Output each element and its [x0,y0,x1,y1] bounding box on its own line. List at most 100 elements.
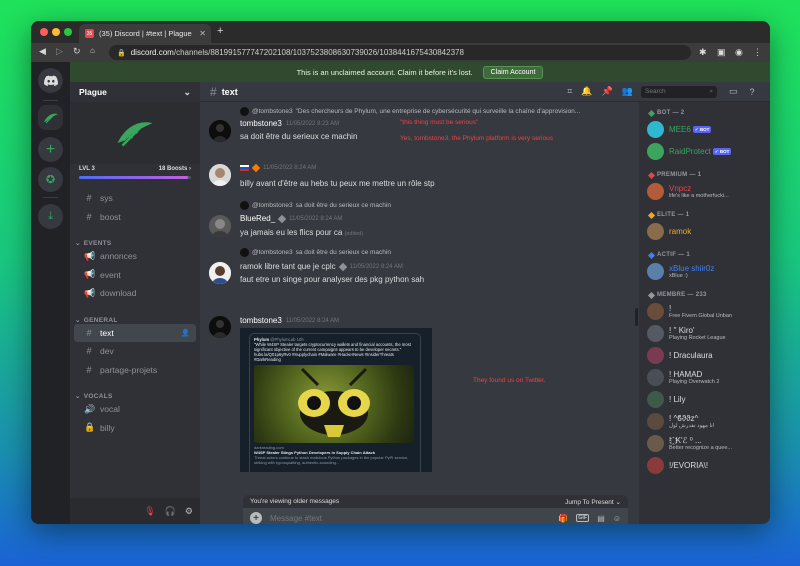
member-name-text: xBlue shiir0z [669,264,715,273]
composer-tools: 🎁 GIF ▤ ☺ [558,514,621,523]
member-item[interactable]: !/EVORIA\! [647,457,708,474]
profile-icon[interactable]: ◉ [735,47,745,57]
pinned-messages-icon[interactable]: 📌 [602,86,613,97]
member-item[interactable]: ! '' Kiro' Playing Rocket League [647,325,726,342]
channel-event[interactable]: 📢 event [74,266,196,285]
add-attachment-button[interactable]: + [250,512,262,524]
message-input[interactable]: Message #text [270,514,322,523]
channel-download[interactable]: 📢 download [74,284,196,303]
member-list-icon[interactable]: 👥 [622,86,633,97]
member-item[interactable]: ! ҈ K'ℰ ⁰ ... Better recognize a quee... [647,435,732,452]
message-composer[interactable]: + Message #text 🎁 GIF ▤ ☺ [243,508,628,524]
threads-icon[interactable]: ⌗ [567,86,572,97]
help-icon[interactable]: ? [750,87,755,97]
sticker-icon[interactable]: ▤ [597,514,605,523]
explore-servers-icon[interactable]: ✪ [38,167,63,192]
message-author[interactable]: ramok libre tant que je cplc [240,262,336,271]
member-item[interactable]: xBlue shiir0z xBlue :) [647,263,714,280]
close-tab-icon[interactable]: ✕ [199,29,206,38]
member-item[interactable]: ! Lily [647,391,685,408]
url-input[interactable]: 🔒 discord.com/channels/88199157774720210… [109,45,691,60]
tweet-embed-image[interactable]: Phylum @PhylumLab 10h "While W4SP Steale… [240,328,432,472]
avatar[interactable] [209,262,231,284]
home-icon[interactable]: ⌂ [90,46,95,55]
avatar[interactable] [209,120,231,142]
tweet-link[interactable]: hubs.la/Q01p6yRv0 #Supplychain #Malware … [254,352,416,362]
maximize-window-button[interactable] [64,28,72,36]
member-item[interactable]: Vnpcz life's like a motherfucki... [647,183,729,200]
member-item[interactable]: ! ^ϐϑϑz^ انا مهود نقدرش لول [647,413,714,430]
headphones-icon[interactable]: 🎧 [165,506,176,517]
jump-to-present-button[interactable]: Jump To Present ⌄ [565,498,621,506]
forward-icon[interactable]: ▷ [56,46,63,57]
emoji-icon[interactable]: ☺ [613,514,621,523]
gif-button[interactable]: GIF [576,514,590,522]
sidebar-toggle-icon[interactable]: ▣ [717,47,727,57]
notification-bell-icon[interactable]: 🔔 [581,86,592,97]
member-name: ! ҈ K'ℰ ⁰ ... [669,436,732,445]
member-item[interactable]: ! HAMAD Playing Overwatch 2 [647,369,719,386]
tweet-quote: "While W4SP Stealer targets cryptocurren… [254,342,411,352]
search-input[interactable]: Search ⌕ [641,85,717,98]
close-window-button[interactable] [40,28,48,36]
claim-account-button[interactable]: Claim Account [482,65,544,79]
avatar[interactable] [209,164,231,186]
category-events[interactable]: ⌄ EVENTS [70,232,200,247]
hashtag-icon: # [210,84,217,99]
member-status: Playing Rocket League [669,335,726,341]
channel-dev[interactable]: # dev [74,342,196,361]
channel-text[interactable]: # text 👤 [74,323,196,342]
member-name-text: ! Draculaura [669,351,713,360]
member-item[interactable]: ! Free Fivem Global Unban [647,303,732,320]
reply-text: sa doit être du serieux ce machin [295,202,391,209]
member-text: ! Lily [669,395,685,404]
category-vocals[interactable]: ⌄ VOCALS [70,385,200,400]
minimize-window-button[interactable] [52,28,60,36]
boost-progress-fill [79,176,188,179]
member-item[interactable]: ! Draculaura [647,347,713,364]
back-icon[interactable]: ◀ [39,46,46,57]
speaker-icon: 🔊 [84,403,96,414]
avatar[interactable] [209,215,231,237]
reply-reference[interactable]: @tombstone3 sa doit être du serieux ce m… [240,201,635,210]
settings-gear-icon[interactable]: ⚙ [185,506,193,517]
server-icon-plague[interactable] [38,105,63,130]
category-general[interactable]: ⌄ GENERAL [70,309,200,324]
reply-avatar [240,248,249,257]
browser-tab[interactable]: 35 (35) Discord | #text | Plague ✕ [79,24,211,43]
reload-icon[interactable]: ↻ [73,46,81,57]
avatar[interactable] [209,316,231,338]
message-author[interactable]: tombstone3 [240,316,282,325]
chevron-down-icon[interactable]: ⌄ [183,87,191,98]
reply-reference[interactable]: @tombstone3 "Des chercheurs de Phylum, u… [240,107,635,116]
server-header[interactable]: Plague ⌄ [70,82,200,102]
extensions-icon[interactable]: ✱ [699,47,709,57]
new-tab-icon[interactable]: + [217,25,223,37]
diamond-role-icon [647,251,656,259]
member-item[interactable]: ramok [647,223,691,240]
member-item[interactable]: RaidProtect ✓ BOT [647,143,732,160]
channel-partage-projets[interactable]: # partage-projets [74,361,196,380]
channel-vocal[interactable]: 🔊 vocal [74,400,196,419]
mute-microphone-icon[interactable]: 🎙 [144,506,155,517]
reply-text: "Des chercheurs de Phylum, une entrepris… [295,108,581,115]
message-author[interactable]: BlueRed_ [240,214,275,223]
add-member-icon[interactable]: 👤 [181,329,190,337]
inbox-icon[interactable]: ▭ [729,86,738,97]
gift-icon[interactable]: 🎁 [558,514,568,523]
channel-sys[interactable]: # sys [74,189,196,208]
add-server-icon[interactable]: + [38,137,63,162]
reply-reference[interactable]: @tombstone3 sa doit être du serieux ce m… [240,248,635,257]
avatar [647,223,664,240]
chat-scrollbar[interactable] [635,308,638,326]
message-author[interactable]: tombstone3 [240,119,282,128]
channel-annonces[interactable]: 📢 annonces [74,247,196,266]
channel-boost[interactable]: # boost [74,208,196,227]
discord-home-icon[interactable] [38,68,63,93]
channel-billy[interactable]: 🔒 billy [74,419,196,438]
boost-level-row[interactable]: LVL 3 18 Boosts › [70,164,200,172]
browser-menu-icon[interactable]: ⋮ [753,47,763,57]
message-timestamp: 11/05/2022 8:24 AM [263,165,317,171]
download-apps-icon[interactable]: ⤓ [38,204,63,229]
member-item[interactable]: MEE6 ✓ BOT [647,121,712,138]
